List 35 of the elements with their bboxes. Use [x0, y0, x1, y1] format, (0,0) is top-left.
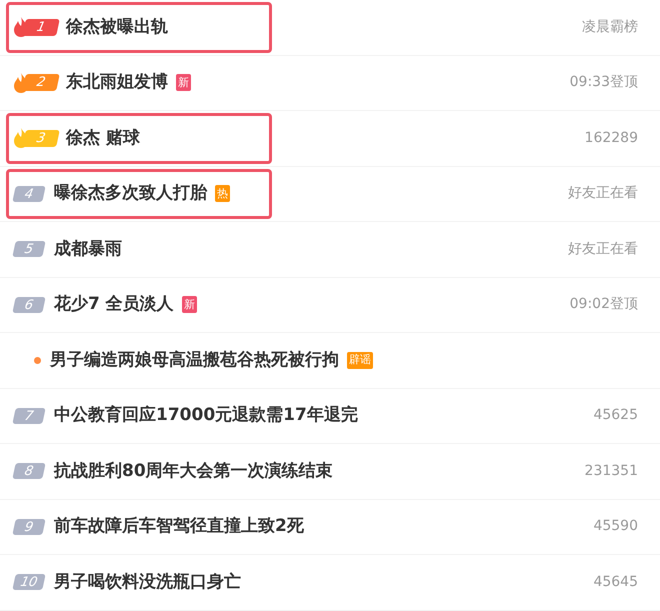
- topic-meta: 好友正在看: [568, 184, 638, 204]
- topic-meta: 45590: [593, 517, 638, 536]
- topic-title[interactable]: 花少7 全员淡人: [54, 292, 174, 318]
- topic-title[interactable]: 成都暴雨: [54, 236, 122, 262]
- topic-tag: 新: [176, 74, 191, 92]
- flame-icon: [14, 72, 28, 93]
- rank-badge: 4: [12, 186, 46, 202]
- topic-title[interactable]: 东北雨姐发博: [66, 70, 168, 96]
- topic-tag: 热: [215, 185, 230, 202]
- topic-title[interactable]: 曝徐杰多次致人打胎: [54, 181, 207, 206]
- rank-badge: 5: [12, 241, 46, 258]
- topic-meta: 45645: [593, 572, 638, 592]
- topic-title[interactable]: 徐杰 赌球: [66, 126, 140, 151]
- topic-meta: 162289: [584, 128, 638, 148]
- topic-title[interactable]: 前车故障后车智驾径直撞上致2死: [54, 514, 304, 540]
- rank-badge: 8: [12, 463, 46, 480]
- rank-badge: 6: [12, 296, 46, 313]
- topic-title[interactable]: 男子喝饮料没洗瓶口身亡: [54, 570, 241, 595]
- topic-title[interactable]: 男子编造两娘母高温搬苞谷热死被行拘: [50, 348, 339, 373]
- topic-title[interactable]: 中公教育回应17000元退款需17年退完: [54, 403, 358, 428]
- topic-title[interactable]: 徐杰被曝出轨: [66, 14, 168, 40]
- topic-title[interactable]: 抗战胜利80周年大会第一次演练结束: [54, 458, 333, 484]
- flame-icon: [14, 128, 28, 148]
- topic-meta: 09:02登顶: [570, 295, 638, 314]
- topic-tag: 辟谣: [347, 352, 373, 369]
- topic-tag: 新: [182, 296, 197, 314]
- topic-meta: 231351: [584, 462, 638, 481]
- topic-meta: 09:33登顶: [570, 73, 638, 92]
- rank-badge: 10: [12, 574, 46, 590]
- topic-meta: 凌晨霸榜: [582, 18, 638, 37]
- flame-icon: [14, 17, 28, 38]
- rank-badge: 9: [12, 518, 46, 535]
- topic-meta: 45625: [593, 406, 638, 426]
- rank-badge: 7: [12, 408, 46, 424]
- topic-meta: 好友正在看: [568, 240, 638, 259]
